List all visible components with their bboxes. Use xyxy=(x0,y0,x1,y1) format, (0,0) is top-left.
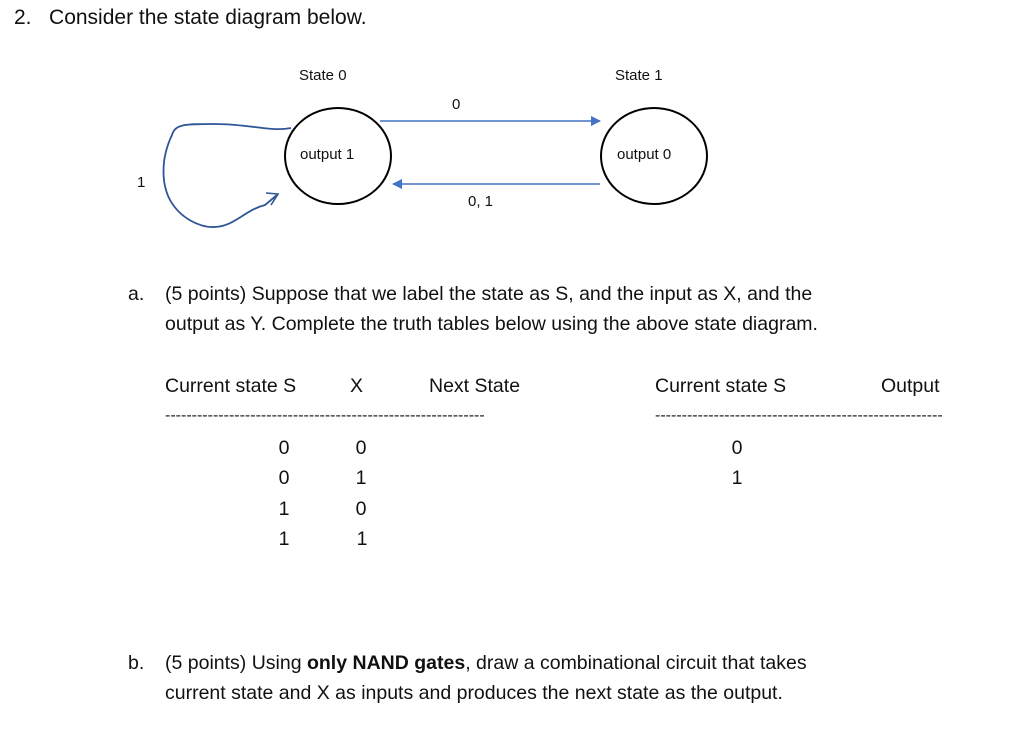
part-b-line-1-post: , draw a combinational circuit that take… xyxy=(465,652,807,674)
transition-0-to-1-label: 0 xyxy=(452,96,461,113)
part-b-line-1: (5 points) Using only NAND gates, draw a… xyxy=(165,649,807,678)
self-loop-label: 1 xyxy=(137,174,146,191)
table1-separator: ----------------------------------------… xyxy=(165,407,485,424)
table2-header-output: Output xyxy=(881,375,940,397)
state-diagram xyxy=(162,107,708,228)
table1-row-2-x: 1 xyxy=(355,467,367,489)
table2-header-current-state: Current state S xyxy=(655,375,787,397)
table1-header-next-state: Next State xyxy=(429,375,521,397)
table1-header-current-state: Current state S xyxy=(165,375,297,397)
part-b-line-2: current state and X as inputs and produc… xyxy=(165,682,783,704)
part-b-line-1-pre: (5 points) Using xyxy=(165,652,307,674)
table1-row-3-x: 0 xyxy=(355,498,367,520)
table1-header-x: X xyxy=(350,375,364,397)
part-b-emphasis: only NAND gates xyxy=(306,652,466,674)
table1-row-4-s: 1 xyxy=(278,528,290,550)
table2-separator: ----------------------------------------… xyxy=(655,407,943,424)
part-a-line-2: output as Y. Complete the truth tables b… xyxy=(165,313,818,335)
table1-row-1-s: 0 xyxy=(278,437,290,459)
state-1-name: State 1 xyxy=(615,67,663,84)
table1-row-1-x: 0 xyxy=(355,437,367,459)
part-b-letter: b. xyxy=(128,652,145,674)
table2-row-1-s: 0 xyxy=(731,437,743,459)
table1-row-3-s: 1 xyxy=(278,498,290,520)
part-a-letter: a. xyxy=(128,283,145,305)
state-0-output: output 1 xyxy=(300,146,355,163)
part-a-line-1: (5 points) Suppose that we label the sta… xyxy=(165,283,813,305)
table1-row-2-s: 0 xyxy=(278,467,290,489)
state-1-output: output 0 xyxy=(617,146,672,163)
state-0-name: State 0 xyxy=(299,67,347,84)
table1-row-4-x: 1 xyxy=(356,528,368,550)
transition-1-to-0-label: 0, 1 xyxy=(468,193,494,210)
self-loop-transition xyxy=(162,123,292,228)
table2-row-2-s: 1 xyxy=(731,467,743,489)
